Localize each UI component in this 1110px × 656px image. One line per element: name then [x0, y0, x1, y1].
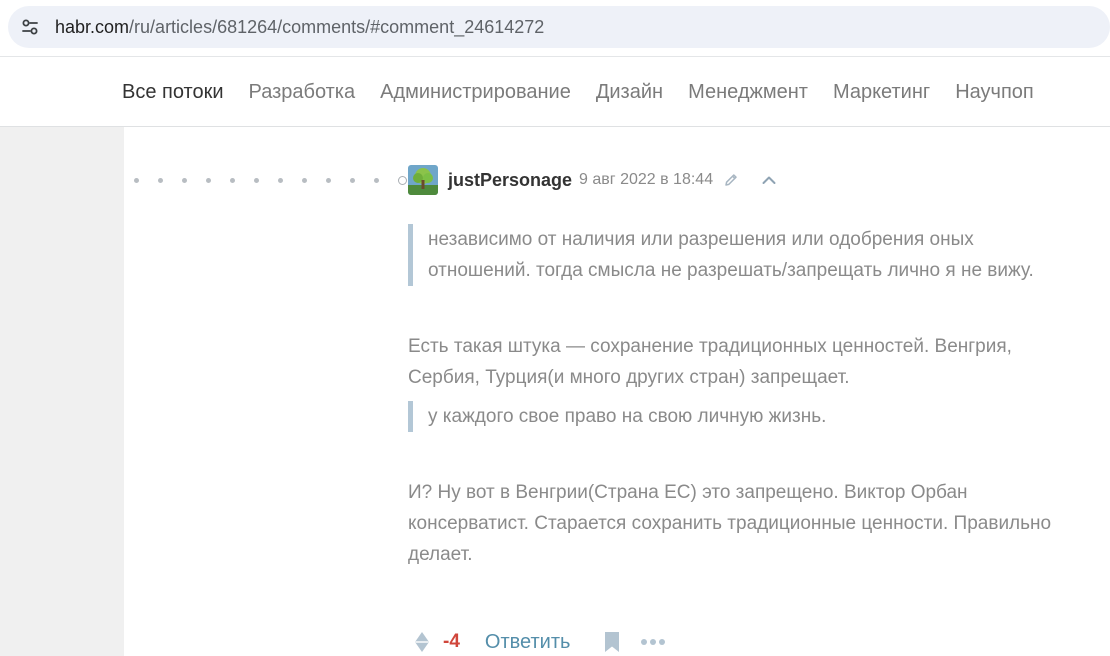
site-nav: Все потоки Разработка Администрирование …: [0, 56, 1110, 127]
quote-block: независимо от наличия или разрешения или…: [408, 224, 1068, 286]
thread-depth-indicator: [134, 176, 407, 185]
thread-dot: [230, 178, 235, 183]
thread-dot: [302, 178, 307, 183]
thread-dot: [326, 178, 331, 183]
quote-block: у каждого свое право на свою личную жизн…: [408, 401, 1068, 432]
comment-paragraph: Есть такая штука — сохранение традиционн…: [408, 336, 1012, 388]
nav-item-administration[interactable]: Администрирование: [380, 80, 571, 104]
thread-dot: [254, 178, 259, 183]
comment-header: justPersonage 9 авг 2022 в 18:44: [408, 165, 777, 195]
nav-list: Все потоки Разработка Администрирование …: [122, 80, 1034, 104]
comment-actions: -4 Ответить: [414, 627, 666, 656]
avatar[interactable]: [408, 165, 438, 195]
thread-dot: [278, 178, 283, 183]
address-bar[interactable]: habr.com/ru/articles/681264/comments/#co…: [8, 6, 1110, 48]
comment-author[interactable]: justPersonage: [448, 170, 572, 191]
vote-icon[interactable]: [414, 631, 430, 653]
nav-item-marketing[interactable]: Маркетинг: [833, 80, 930, 104]
thread-dot: [350, 178, 355, 183]
chevron-up-icon[interactable]: [761, 172, 777, 188]
thread-level-ring[interactable]: [398, 176, 407, 185]
thread-dot: [158, 178, 163, 183]
nav-item-management[interactable]: Менеджмент: [688, 80, 808, 104]
bookmark-icon[interactable]: [604, 631, 620, 653]
url-host: habr.com: [55, 17, 130, 37]
pencil-icon: [725, 174, 737, 186]
thread-dot: [134, 178, 139, 183]
more-dots-icon[interactable]: [640, 637, 666, 647]
thread-dot: [374, 178, 379, 183]
url-path: /ru/articles/681264/comments/#comment_24…: [129, 17, 545, 37]
comment-timestamp[interactable]: 9 авг 2022 в 18:44: [579, 171, 713, 189]
reply-button[interactable]: Ответить: [485, 631, 571, 654]
nav-item-all-flows[interactable]: Все потоки: [122, 80, 224, 104]
comment-paragraph: И? Ну вот в Венгрии(Страна ЕС) это запре…: [408, 482, 1052, 565]
nav-item-popsci[interactable]: Научпоп: [955, 80, 1034, 104]
browser-toolbar: habr.com/ru/articles/681264/comments/#co…: [0, 0, 1110, 56]
comment-body: независимо от наличия или разрешения или…: [408, 224, 1068, 570]
nav-item-development[interactable]: Разработка: [249, 80, 356, 104]
url-text[interactable]: habr.com/ru/articles/681264/comments/#co…: [55, 17, 544, 37]
comment-card: justPersonage 9 авг 2022 в 18:44 независ…: [124, 127, 1110, 656]
thread-dot: [206, 178, 211, 183]
tune-icon[interactable]: [20, 17, 40, 37]
comment-score: -4: [443, 631, 460, 652]
thread-dot: [182, 178, 187, 183]
nav-item-design[interactable]: Дизайн: [596, 80, 663, 104]
